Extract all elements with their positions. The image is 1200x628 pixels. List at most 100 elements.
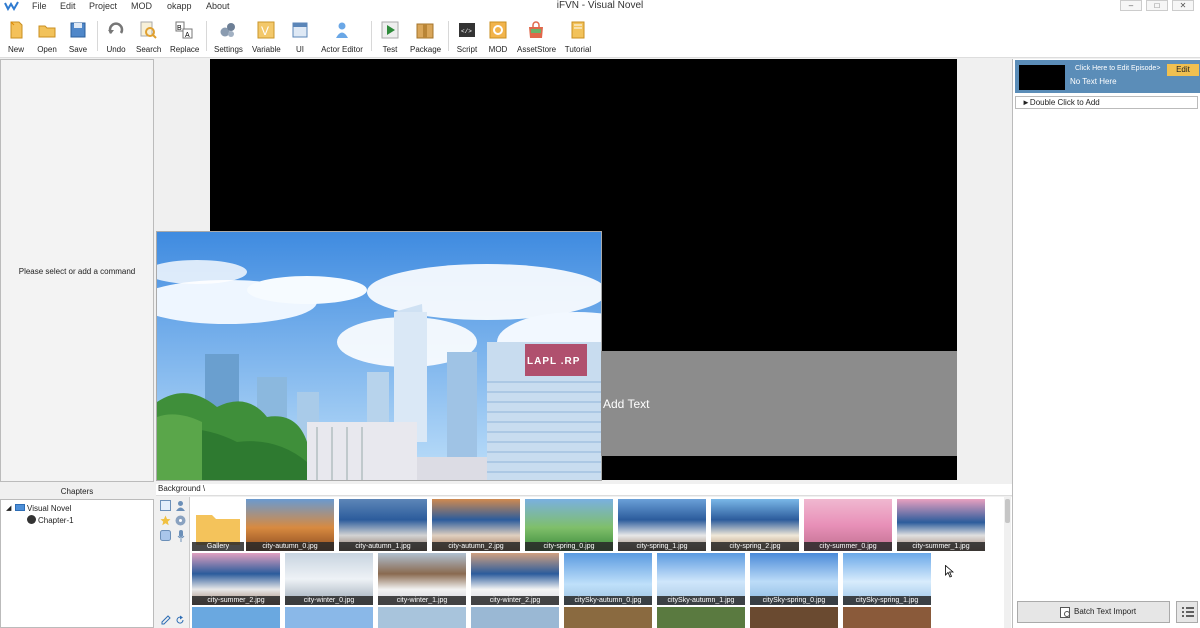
thumbnail-city-winter-1[interactable]: city-winter_1.jpg [378,553,466,605]
mod-label: MOD [488,45,508,54]
thumbnail-city-winter-0[interactable]: city-winter_0.jpg [285,553,373,605]
save-button[interactable]: Save [67,21,89,57]
thumbnail-row3[interactable] [471,607,559,628]
svg-text:B: B [177,25,182,32]
mod-button[interactable]: MOD [487,21,509,57]
menu-mod[interactable]: MOD [131,1,152,11]
thumbnail-row3[interactable] [750,607,838,628]
thumbnail-citysky-autumn-1[interactable]: citySky-autumn_1.jpg [657,553,745,605]
settings-button[interactable]: Settings [214,21,243,57]
minimize-button[interactable]: – [1120,0,1142,11]
maximize-button[interactable]: □ [1146,0,1168,11]
thumbnail-city-winter-2[interactable]: city-winter_2.jpg [471,553,559,605]
thumbnail-city-summer-2[interactable]: city-summer_2.jpg [192,553,280,605]
search-label: Search [136,45,162,54]
dialogue-textbox[interactable]: Add Text [601,351,957,456]
test-button[interactable]: Test [379,21,401,57]
tutorial-button[interactable]: Tutorial [563,21,593,57]
thumbnail-city-spring-0[interactable]: city-spring_0.jpg [525,499,613,551]
thumb-caption: city-summer_0.jpg [804,542,892,551]
open-button[interactable]: Open [35,21,59,57]
menu-file[interactable]: File [32,1,47,11]
star-tab-icon[interactable] [160,515,171,526]
expand-triangle-icon[interactable]: ◢ [6,504,11,512]
close-button[interactable]: ✕ [1172,0,1194,11]
variable-icon: V [257,21,275,39]
tutorial-book-icon [571,21,585,39]
episode-header[interactable]: Click Here to Edit Episode> No Text Here… [1015,60,1200,93]
person-tab-icon[interactable] [175,500,186,511]
tree-item-visual-novel[interactable]: Visual Novel [27,504,71,513]
thumbnail-row3[interactable] [192,607,280,628]
replace-button[interactable]: BA Replace [170,21,199,57]
resource-grid: Gallery city-autumn_0.jpg city-autumn_1.… [190,497,1012,628]
audio-tab-icon[interactable] [177,530,185,542]
settings-label: Settings [214,45,243,54]
tree-item-chapter-1[interactable]: Chapter-1 [38,516,74,525]
new-button[interactable]: New [5,21,27,57]
batch-text-import-label: Batch Text Import [1074,607,1137,616]
script-label: Script [456,45,478,54]
actor-editor-button[interactable]: Actor Editor [320,21,364,57]
tutorial-label: Tutorial [564,45,592,54]
title-bar: File Edit Project MOD okapp About iFVN -… [0,0,1200,13]
thumb-caption: citySky-autumn_0.jpg [564,596,652,605]
refresh-icon[interactable] [175,615,185,625]
thumbnail-row3[interactable] [285,607,373,628]
undo-button[interactable]: Undo [105,21,127,57]
assetstore-button[interactable]: AssetStore [517,21,556,57]
package-icon [416,23,434,39]
thumbnail-citysky-autumn-0[interactable]: citySky-autumn_0.jpg [564,553,652,605]
menu-okapp[interactable]: okapp [167,1,192,11]
thumbnail-city-spring-1[interactable]: city-spring_1.jpg [618,499,706,551]
thumb-caption: city-spring_0.jpg [525,542,613,551]
undo-label: Undo [106,45,126,54]
thumb-caption: city-summer_1.jpg [897,542,985,551]
thumbnail-citysky-spring-1[interactable]: citySky-spring_1.jpg [843,553,931,605]
new-label: New [7,45,24,54]
disc-tab-icon[interactable] [175,515,186,526]
shape-tab-icon[interactable] [160,530,171,541]
script-button[interactable]: </> Script [455,21,479,57]
thumbnail-row3[interactable] [843,607,931,628]
background-scene-image[interactable]: LAPL .RP [156,231,602,481]
actor-icon [336,22,348,38]
menu-edit[interactable]: Edit [60,1,76,11]
resource-sidebar [156,497,190,628]
command-list-button[interactable] [1176,601,1198,623]
batch-text-import-button[interactable]: Batch Text Import [1017,601,1170,623]
episode-thumbnail [1019,65,1065,90]
thumbnail-citysky-spring-0[interactable]: citySky-spring_0.jpg [750,553,838,605]
edit-icon[interactable] [161,615,171,625]
resource-scrollbar[interactable] [1004,497,1011,628]
menu-about[interactable]: About [206,1,230,11]
thumbnail-city-autumn-1[interactable]: city-autumn_1.jpg [339,499,427,551]
image-tab-icon[interactable] [160,500,171,511]
edit-episode-button[interactable]: Edit [1167,64,1199,76]
app-logo-icon [4,1,19,11]
thumb-caption: city-autumn_0.jpg [246,542,334,551]
thumb-caption: city-autumn_1.jpg [339,542,427,551]
thumbnail-city-summer-1[interactable]: city-summer_1.jpg [897,499,985,551]
svg-text:</>: </> [461,28,472,35]
edit-episode-link[interactable]: Click Here to Edit Episode> [1075,65,1160,72]
add-command-row[interactable]: ►Double Click to Add [1015,96,1198,109]
package-button[interactable]: Package [410,21,441,57]
script-terminal-icon: </> [459,23,475,37]
thumbnail-row3[interactable] [378,607,466,628]
thumbnail-row3[interactable] [657,607,745,628]
variable-button[interactable]: V Variable [252,21,281,57]
thumbnail-city-spring-2[interactable]: city-spring_2.jpg [711,499,799,551]
thumbnail-row3[interactable] [564,607,652,628]
search-button[interactable]: Search [136,21,162,57]
thumbnail-city-summer-0[interactable]: city-summer_0.jpg [804,499,892,551]
scrollbar-thumb[interactable] [1005,499,1010,523]
thumbnail-city-autumn-0[interactable]: city-autumn_0.jpg [246,499,334,551]
ui-button[interactable]: UI [290,21,310,57]
folder-open-icon [38,25,56,38]
menu-project[interactable]: Project [89,1,117,11]
play-icon [381,21,399,39]
list-icon [1182,607,1194,617]
thumbnail-city-autumn-2[interactable]: city-autumn_2.jpg [432,499,520,551]
gallery-folder[interactable]: Gallery [192,499,244,551]
